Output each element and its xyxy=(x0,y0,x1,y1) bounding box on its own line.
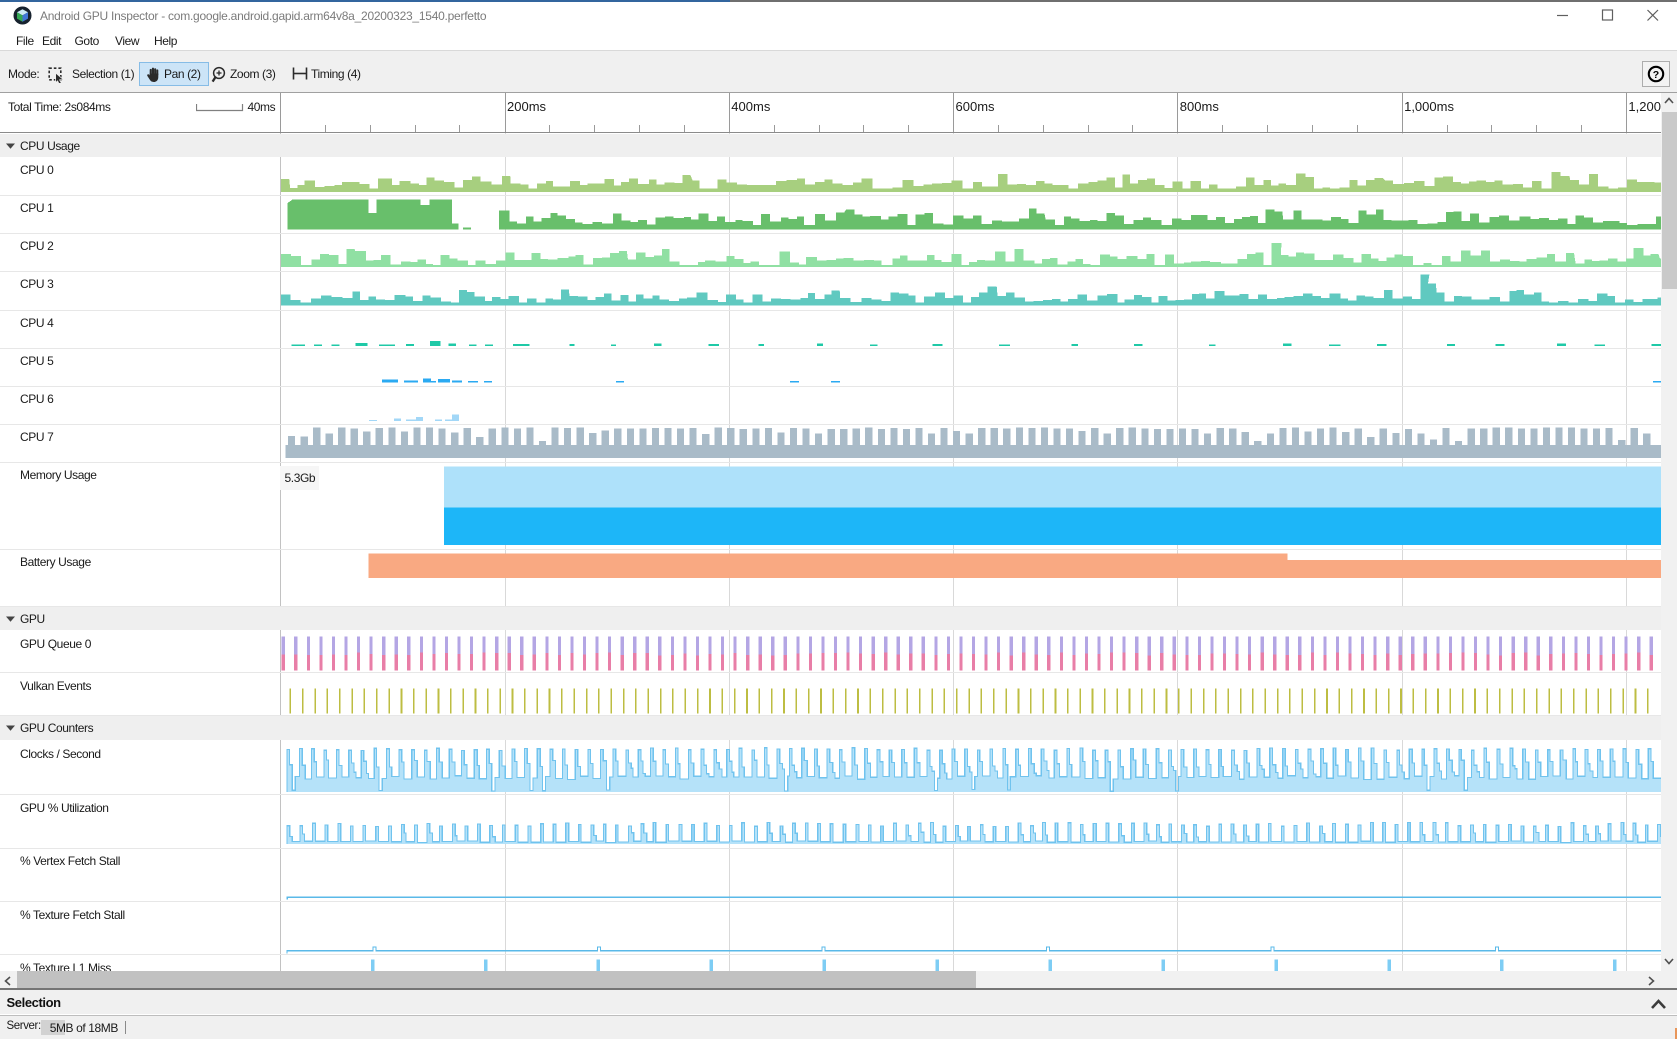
svg-text:?: ? xyxy=(1653,69,1659,81)
